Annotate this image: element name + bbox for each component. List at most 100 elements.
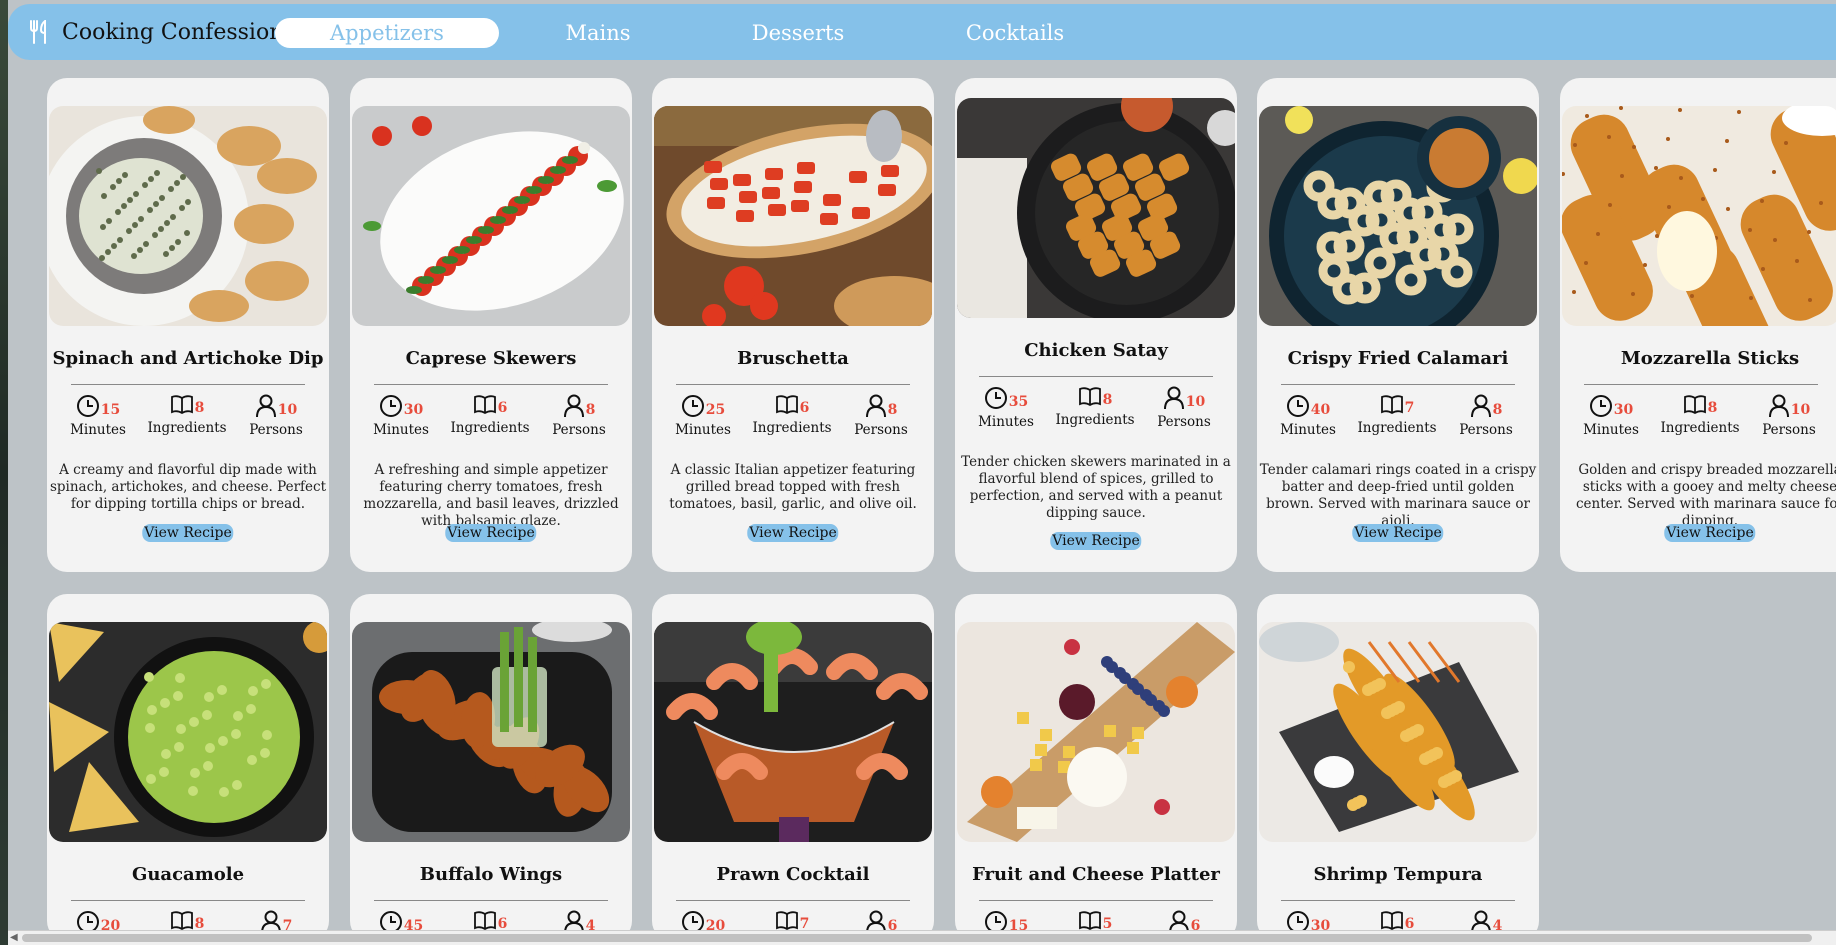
tab-cocktails[interactable]: Cocktails (953, 18, 1077, 48)
recipe-image[interactable] (1562, 106, 1836, 326)
recipe-book-icon (170, 911, 193, 931)
recipe-description: Tender chicken skewers marinated in a fl… (961, 454, 1231, 521)
stat-ingredients: 8 Ingredients (1655, 394, 1745, 436)
recipe-image[interactable] (1259, 622, 1537, 842)
view-recipe-button[interactable]: View Recipe (1664, 524, 1756, 542)
recipe-book-icon (1078, 387, 1101, 407)
persons-label: Persons (552, 422, 606, 438)
persons-value: 10 (1790, 402, 1811, 418)
recipe-image[interactable] (957, 98, 1235, 318)
recipe-stats: 35 Minutes 8 Ingredients 10 Persons (955, 386, 1237, 436)
recipe-book-icon (473, 395, 496, 415)
ingredients-value: 6 (497, 400, 508, 416)
title-divider (1281, 900, 1515, 901)
recipe-image[interactable] (1259, 106, 1537, 326)
stat-persons: 10 Persons (1744, 394, 1834, 438)
view-recipe-button[interactable]: View Recipe (747, 524, 839, 542)
recipe-title: Mozzarella Sticks (1620, 348, 1800, 369)
scrollbar-thumb[interactable] (22, 934, 1812, 942)
recipe-stats: 25 Minutes 6 Ingredients 8 Persons (652, 394, 934, 444)
title-divider (1281, 384, 1515, 385)
recipe-card: Caprese Skewers 30 Minutes 6 Ingredients… (350, 78, 632, 572)
stat-ingredients: 6 Ingredients (445, 394, 535, 436)
recipe-title: Bruschetta (737, 348, 849, 369)
minutes-value: 15 (100, 402, 121, 418)
recipe-card: Shrimp Tempura 30 Minutes 6 Ingredients … (1257, 594, 1539, 941)
title-divider (979, 376, 1213, 377)
view-recipe-button[interactable]: View Recipe (142, 524, 234, 542)
ingredients-label: Ingredients (1055, 412, 1135, 428)
stat-ingredients: 7 Ingredients (1352, 394, 1442, 436)
recipe-title: Fruit and Cheese Platter (972, 864, 1220, 885)
recipe-title: Spinach and Artichoke Dip (52, 348, 324, 369)
person-icon (865, 394, 886, 418)
brand[interactable]: Cooking Confessions (28, 20, 295, 45)
recipe-book-icon (473, 911, 496, 931)
ingredients-value: 8 (1707, 400, 1718, 416)
view-recipe-button[interactable]: View Recipe (445, 524, 537, 542)
stat-persons: 10 Persons (231, 394, 321, 438)
top-navbar: Cooking Confessions Appetizers Mains Des… (8, 4, 1836, 60)
recipe-image[interactable] (352, 106, 630, 326)
recipe-title: Shrimp Tempura (1313, 864, 1483, 885)
recipe-book-icon (1380, 395, 1403, 415)
recipe-image[interactable] (654, 106, 932, 326)
recipe-image[interactable] (957, 622, 1235, 842)
desktop-background-strip (0, 0, 8, 945)
persons-label: Persons (1459, 422, 1513, 438)
person-icon (563, 394, 584, 418)
minutes-label: Minutes (978, 414, 1034, 430)
recipe-description: Golden and crispy breaded mozzarella sti… (1576, 462, 1836, 529)
clock-icon (984, 387, 1007, 409)
recipe-card: Buffalo Wings 45 Minutes 6 Ingredients 4… (350, 594, 632, 941)
recipe-description: A creamy and flavorful dip made with spi… (49, 462, 327, 512)
minutes-value: 35 (1008, 394, 1029, 410)
stat-minutes: 15 Minutes (53, 394, 143, 438)
minutes-label: Minutes (373, 422, 429, 438)
title-divider (676, 900, 910, 901)
recipe-title: Caprese Skewers (405, 348, 577, 369)
recipe-stats: 15 Minutes 8 Ingredients 10 Persons (47, 394, 329, 444)
recipe-book-icon (775, 911, 798, 931)
minutes-label: Minutes (675, 422, 731, 438)
tab-appetizers[interactable]: Appetizers (275, 18, 499, 48)
recipe-image[interactable] (352, 622, 630, 842)
stat-ingredients: 8 Ingredients (142, 394, 232, 436)
clock-icon (379, 395, 402, 417)
ingredients-label: Ingredients (1660, 420, 1740, 436)
horizontal-scrollbar[interactable]: ◀ (8, 930, 1836, 945)
recipe-book-icon (1078, 911, 1101, 931)
recipe-description: A refreshing and simple appetizer featur… (363, 462, 619, 529)
stat-minutes: 40 Minutes (1263, 394, 1353, 438)
recipe-book-icon (170, 395, 193, 415)
minutes-value: 25 (705, 402, 726, 418)
ingredients-label: Ingredients (450, 420, 530, 436)
person-icon (1768, 394, 1789, 418)
recipe-description: Tender calamari rings coated in a crispy… (1259, 462, 1537, 529)
stat-minutes: 30 Minutes (356, 394, 446, 438)
scroll-left-arrow-icon[interactable]: ◀ (10, 932, 18, 943)
title-divider (676, 384, 910, 385)
view-recipe-button[interactable]: View Recipe (1050, 532, 1142, 550)
stat-minutes: 25 Minutes (658, 394, 748, 438)
persons-value: 8 (585, 402, 596, 418)
minutes-label: Minutes (70, 422, 126, 438)
recipe-image[interactable] (49, 106, 327, 326)
persons-label: Persons (1157, 414, 1211, 430)
recipe-card: Fruit and Cheese Platter 15 Minutes 5 In… (955, 594, 1237, 941)
recipe-image[interactable] (49, 622, 327, 842)
persons-label: Persons (854, 422, 908, 438)
recipe-book-icon (1683, 395, 1706, 415)
clock-icon (1286, 395, 1309, 417)
recipe-book-icon (1380, 911, 1403, 931)
utensils-icon (30, 20, 46, 44)
stat-ingredients: 6 Ingredients (747, 394, 837, 436)
recipe-image[interactable] (654, 622, 932, 842)
recipe-card: Spinach and Artichoke Dip 15 Minutes 8 I… (47, 78, 329, 572)
view-recipe-button[interactable]: View Recipe (1352, 524, 1444, 542)
recipe-card: Crispy Fried Calamari 40 Minutes 7 Ingre… (1257, 78, 1539, 572)
tab-mains[interactable]: Mains (548, 18, 648, 48)
stat-minutes: 30 Minutes (1566, 394, 1656, 438)
tab-desserts[interactable]: Desserts (738, 18, 858, 48)
persons-label: Persons (249, 422, 303, 438)
